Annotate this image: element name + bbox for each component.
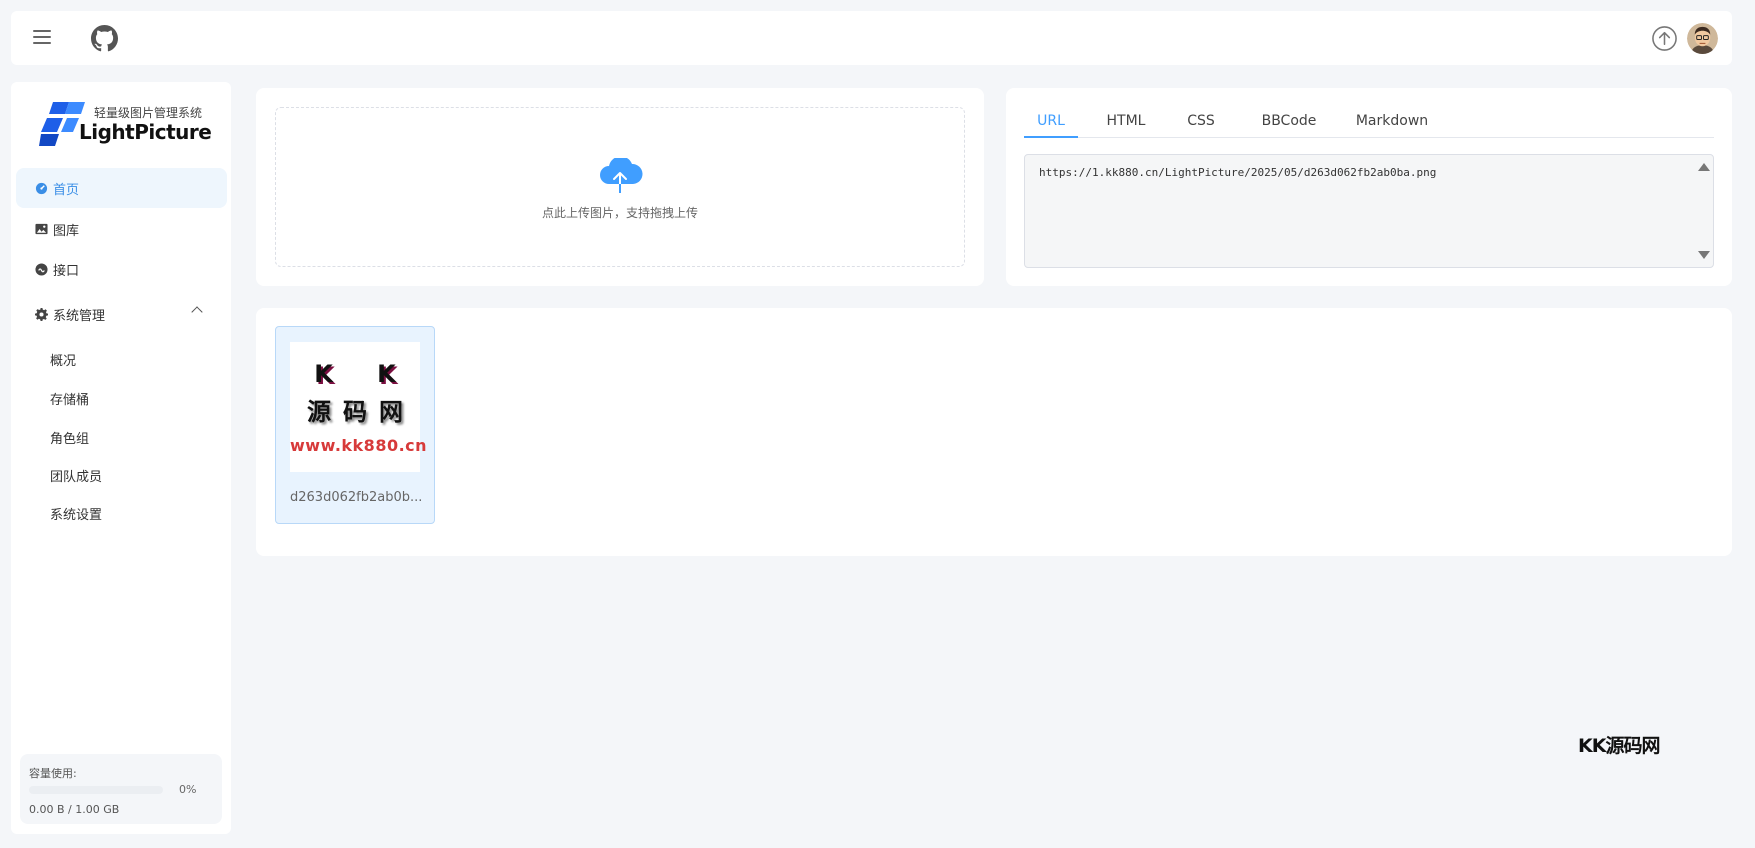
scroll-up-arrow[interactable] [1698,163,1710,171]
top-bar [11,11,1732,65]
app-logo[interactable]: 轻量级图片管理系统 LightPicture [39,100,214,150]
sidebar-item-label: 系统管理 [53,308,106,324]
upload-panel: 点此上传图片，支持拖拽上传 [256,88,984,286]
logo-brand: LightPicture [79,120,212,144]
sidebar-item-label: 图库 [53,223,80,239]
tab-bbcode[interactable]: BBCode [1258,108,1320,138]
usage-percent: 0% [179,783,197,796]
link-panel: URL HTML CSS BBCode Markdown https://1.k… [1006,88,1732,286]
image-card[interactable]: K K 源码网 www.kk880.cn d263d062fb2ab0b... [275,326,435,524]
logo-tagline: 轻量级图片管理系统 [94,106,203,120]
link-format-tabs: URL HTML CSS BBCode Markdown [1024,108,1714,138]
upload-circle-icon[interactable] [1651,25,1678,52]
gear-icon [34,307,48,321]
upload-dropzone[interactable]: 点此上传图片，支持拖拽上传 [275,107,965,267]
tab-css[interactable]: CSS [1184,108,1218,138]
link-url-text: https://1.kk880.cn/LightPicture/2025/05/… [1039,166,1437,179]
chevron-up-icon [191,306,203,318]
sidebar-item-system[interactable]: 系统管理 [16,294,227,334]
link-textarea[interactable]: https://1.kk880.cn/LightPicture/2025/05/… [1024,154,1714,268]
sidebar-subitem-settings[interactable]: 系统设置 [50,506,102,526]
sidebar-subitem-buckets[interactable]: 存储桶 [50,391,89,411]
sidebar-subitem-members[interactable]: 团队成员 [50,468,102,488]
api-icon [34,262,48,276]
usage-title: 容量使用: [29,767,77,780]
github-icon[interactable] [91,25,118,52]
usage-capacity: 0.00 B / 1.00 GB [29,803,120,816]
storage-usage-panel: 容量使用: 0% 0.00 B / 1.00 GB [20,754,222,824]
tab-url[interactable]: URL [1024,108,1078,138]
sidebar-subitem-overview[interactable]: 概况 [50,352,76,372]
image-gallery: K K 源码网 www.kk880.cn d263d062fb2ab0b... [256,308,1732,556]
thumbnail-text-line3: www.kk880.cn [290,436,428,455]
image-filename: d263d062fb2ab0b... [290,490,423,505]
upload-hint: 点此上传图片，支持拖拽上传 [541,206,698,220]
thumbnail-text-line2: 源码网 [307,398,415,426]
user-avatar[interactable] [1687,23,1718,54]
image-icon [34,222,48,236]
usage-progress-bar [29,786,163,794]
sidebar-item-label: 接口 [53,263,80,279]
sidebar-item-gallery[interactable]: 图库 [16,209,227,249]
thumbnail-text-line1: K K [314,360,414,388]
dashboard-icon [34,181,48,195]
sidebar-item-home[interactable]: 首页 [16,168,227,208]
image-thumbnail: K K 源码网 www.kk880.cn [290,342,428,472]
sidebar: 轻量级图片管理系统 LightPicture 首页 图库 接口 系统管理 概况 … [11,82,231,834]
tab-html[interactable]: HTML [1104,108,1148,138]
sidebar-subitem-roles[interactable]: 角色组 [50,430,89,450]
hamburger-icon[interactable] [31,27,53,49]
sidebar-item-label: 首页 [53,182,80,198]
tab-markdown[interactable]: Markdown [1352,108,1432,138]
sidebar-item-api[interactable]: 接口 [16,249,227,289]
scroll-down-arrow[interactable] [1698,251,1710,259]
cloud-upload-icon [598,156,644,194]
watermark-text: KK源码网 [1578,735,1660,757]
